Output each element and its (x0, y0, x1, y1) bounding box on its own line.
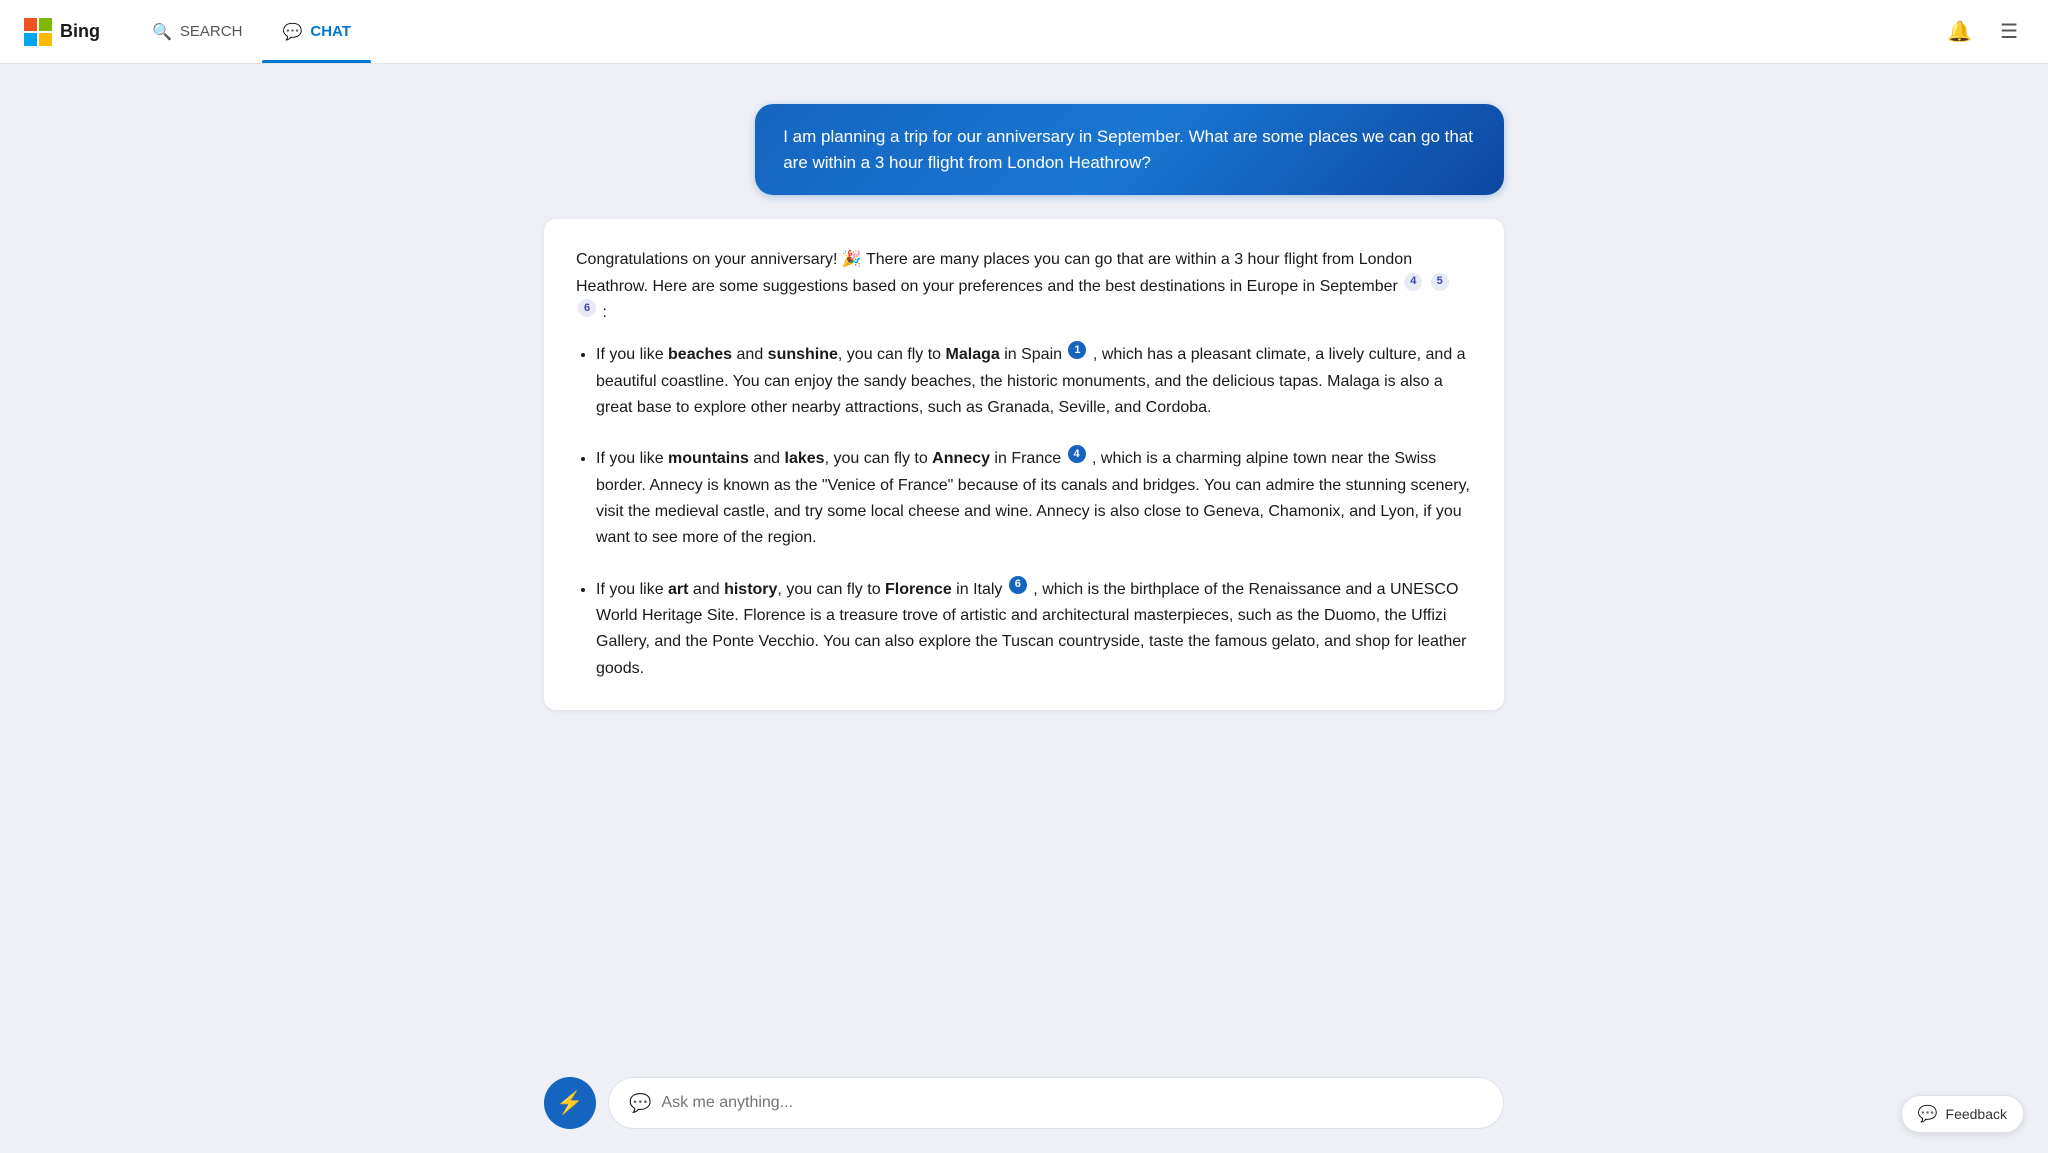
header-right: 🔔 ☰ (1941, 13, 2024, 50)
user-message-text: I am planning a trip for our anniversary… (783, 127, 1473, 172)
item-2-intro: If you like (596, 450, 668, 467)
input-bar-wrapper: ⚡ 💬 (0, 1061, 2048, 1153)
citation-badge-1[interactable]: 1 (1068, 341, 1086, 359)
notifications-button[interactable]: 🔔 (1941, 13, 1978, 50)
main-content: I am planning a trip for our anniversary… (0, 64, 2048, 1061)
menu-button[interactable]: ☰ (1994, 13, 2024, 50)
chat-tab-label: CHAT (310, 23, 351, 40)
input-field-wrap[interactable]: 💬 (608, 1077, 1504, 1129)
tab-chat[interactable]: 💬 CHAT (262, 0, 370, 63)
bing-logo-text: Bing (60, 21, 100, 42)
item-2-bold-mountains: mountains (668, 450, 749, 467)
hamburger-icon: ☰ (2000, 19, 2018, 44)
list-item: If you like mountains and lakes, you can… (596, 445, 1472, 551)
item-2-bold-lakes: lakes (785, 450, 825, 467)
list-item: If you like art and history, you can fly… (596, 576, 1472, 682)
bell-icon: 🔔 (1947, 19, 1972, 44)
citation-badge-4b[interactable]: 4 (1068, 445, 1086, 463)
ai-intro-colon: : (602, 304, 606, 321)
list-item: If you like beaches and sunshine, you ca… (596, 341, 1472, 421)
feedback-label: Feedback (1946, 1106, 2007, 1122)
item-3-fly: , you can fly to (777, 581, 885, 598)
item-1-bold-malaga: Malaga (946, 346, 1000, 363)
item-3-intro: If you like (596, 581, 668, 598)
item-1-intro: If you like (596, 346, 668, 363)
item-3-italy: in Italy (952, 581, 1007, 598)
input-bar: ⚡ 💬 (544, 1077, 1504, 1129)
search-tab-icon: 🔍 (152, 22, 172, 42)
item-2-and1: and (749, 450, 785, 467)
ai-response: Congratulations on your anniversary! 🎉 T… (544, 219, 1504, 710)
ai-intro-paragraph: Congratulations on your anniversary! 🎉 T… (576, 247, 1472, 325)
microsoft-logo-icon (24, 18, 52, 46)
search-tab-label: SEARCH (180, 23, 243, 40)
app-header: Bing 🔍 SEARCH 💬 CHAT 🔔 ☰ (0, 0, 2048, 64)
bing-sparkle-icon: ⚡ (556, 1090, 583, 1116)
chat-input-icon: 💬 (629, 1093, 651, 1114)
feedback-button[interactable]: 💬 Feedback (1901, 1095, 2024, 1133)
destination-list: If you like beaches and sunshine, you ca… (576, 341, 1472, 682)
item-1-bold-sunshine: sunshine (768, 346, 838, 363)
item-1-fly: , you can fly to (838, 346, 946, 363)
citation-badge-4[interactable]: 4 (1404, 273, 1422, 291)
feedback-icon: 💬 (1918, 1104, 1938, 1124)
citation-badge-5[interactable]: 5 (1431, 273, 1449, 291)
chat-input[interactable] (661, 1094, 1483, 1112)
item-2-france: in France (990, 450, 1066, 467)
citation-badge-6[interactable]: 6 (578, 299, 596, 317)
bing-chat-button[interactable]: ⚡ (544, 1077, 596, 1129)
item-1-bold-beaches: beaches (668, 346, 732, 363)
user-message: I am planning a trip for our anniversary… (755, 104, 1504, 195)
citation-badge-6b[interactable]: 6 (1009, 576, 1027, 594)
item-2-bold-annecy: Annecy (932, 450, 990, 467)
item-1-spain: in Spain (1000, 346, 1067, 363)
item-3-bold-florence: Florence (885, 581, 952, 598)
chat-container: I am planning a trip for our anniversary… (544, 104, 1504, 710)
item-1-and1: and (732, 346, 768, 363)
chat-tab-icon: 💬 (282, 22, 302, 42)
ai-intro-text: Congratulations on your anniversary! 🎉 T… (576, 251, 1412, 294)
item-2-fly: , you can fly to (825, 450, 933, 467)
item-3-bold-history: history (724, 581, 777, 598)
item-3-bold-art: art (668, 581, 688, 598)
nav-tabs: 🔍 SEARCH 💬 CHAT (132, 0, 371, 63)
logo-area[interactable]: Bing (24, 18, 100, 46)
tab-search[interactable]: 🔍 SEARCH (132, 0, 262, 63)
item-3-and1: and (688, 581, 724, 598)
